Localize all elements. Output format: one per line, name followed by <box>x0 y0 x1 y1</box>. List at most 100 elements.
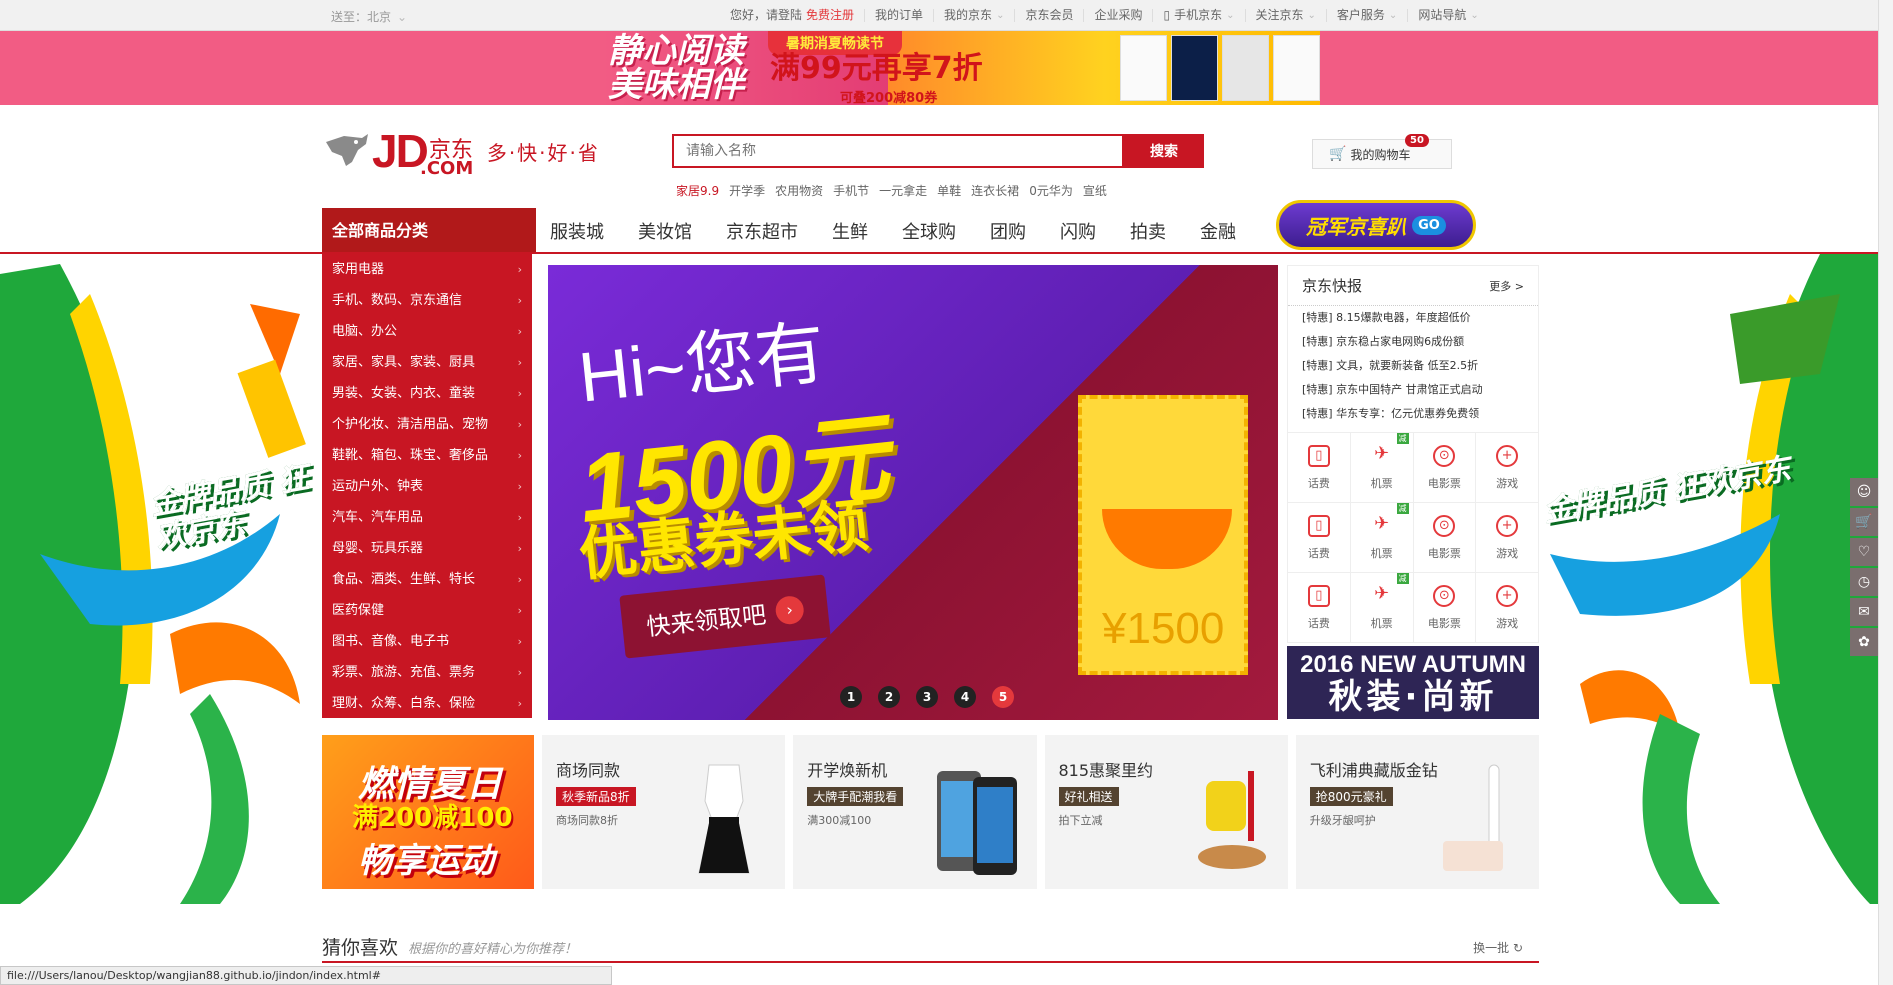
category-item[interactable]: 母婴、玩具乐器 › <box>322 533 532 564</box>
promo-card-rio[interactable]: 815惠聚里约 好礼相送 拍下立减 <box>1044 735 1288 889</box>
category-item[interactable]: 运动户外、钟表 › <box>322 471 532 502</box>
guess-subtitle: 根据你的喜好精心为你推荐！ <box>408 942 578 957</box>
my-orders-link[interactable]: 我的订单 <box>865 9 935 22</box>
scrollbar[interactable] <box>1878 0 1893 985</box>
service-movie[interactable]: ⊙ 电影票 <box>1413 433 1477 503</box>
history-icon[interactable]: ◷ <box>1850 568 1878 596</box>
category-item[interactable]: 汽车、汽车用品 › <box>322 502 532 533</box>
category-item[interactable]: 个护化妆、清洁用品、宠物 › <box>322 409 532 440</box>
service-game[interactable]: + 游戏 <box>1476 573 1539 643</box>
hotword-link[interactable]: 开学季 <box>729 182 765 199</box>
follow-jd-link[interactable]: 关注京东 ⌄ <box>1246 9 1327 22</box>
carousel-dot[interactable]: 1 <box>840 686 862 708</box>
chevron-right-icon: › <box>517 418 522 431</box>
claim-coupon-button[interactable]: 快来领取吧 › <box>619 574 831 659</box>
jd-logo[interactable]: JD 京东 .COM 多·快·好·省 <box>322 128 600 179</box>
carousel-dot[interactable]: 4 <box>954 686 976 708</box>
nav-link-group[interactable]: 团购 <box>990 218 1026 244</box>
arrow-right-icon: › <box>774 594 806 626</box>
gift-icon[interactable]: ✿ <box>1850 628 1878 656</box>
promo-card-mall[interactable]: 商场同款 秋季新品8折 商场同款8折 <box>542 735 786 889</box>
category-item[interactable]: 彩票、旅游、充值、票务 › <box>322 657 532 688</box>
enterprise-link[interactable]: 企业采购 <box>1084 9 1154 22</box>
category-item[interactable]: 医药保健 › <box>322 595 532 626</box>
news-item[interactable]: [特惠] 8.15爆款电器，年度超低价 <box>1288 306 1538 330</box>
chevron-down-icon: ⌄ <box>996 10 1005 21</box>
message-icon[interactable]: ✉ <box>1850 598 1878 626</box>
category-item[interactable]: 男装、女装、内衣、童装 › <box>322 378 532 409</box>
nav-link-clothing[interactable]: 服装城 <box>550 218 604 244</box>
main-carousel[interactable]: Hi~您有 1500元 优惠券未领 快来领取吧 › ¥1500 <box>548 265 1278 720</box>
refresh-button[interactable]: 换一批 ↻ <box>1473 939 1523 956</box>
my-jd-link[interactable]: 我的京东 ⌄ <box>934 9 1016 22</box>
news-item[interactable]: [特惠] 京东中国特产 甘肃馆正式启动 <box>1288 378 1538 402</box>
category-item[interactable]: 电脑、办公 › <box>322 316 532 347</box>
category-item[interactable]: 理财、众筹、白条、保险 › <box>322 688 532 719</box>
login-link[interactable]: 您好，请登陆 <box>730 9 802 22</box>
service-phone[interactable]: ▯ 话费 <box>1288 503 1351 573</box>
hotword-link[interactable]: 0元华为 <box>1029 182 1073 199</box>
nav-link-beauty[interactable]: 美妆馆 <box>638 218 692 244</box>
hotword-link[interactable]: 连衣长裙 <box>971 182 1019 199</box>
register-link[interactable]: 免费注册 <box>806 9 854 22</box>
hotword-link[interactable]: 宣纸 <box>1083 182 1107 199</box>
carousel-dot-active[interactable]: 5 <box>992 686 1014 708</box>
search-button[interactable]: 搜索 <box>1124 134 1204 168</box>
nav-link-supermarket[interactable]: 京东超市 <box>726 218 798 244</box>
hotword-link[interactable]: 一元拿走 <box>879 182 927 199</box>
autumn-ad[interactable]: 2016 NEW AUTUMN 秋装·尚新 <box>1287 646 1539 719</box>
all-categories-button[interactable]: 全部商品分类 <box>322 208 536 254</box>
champion-party-button[interactable]: 冠军京喜趴 GO <box>1276 200 1476 250</box>
user-icon[interactable]: ☺ <box>1850 478 1878 506</box>
category-item[interactable]: 图书、音像、电子书 › <box>322 626 532 657</box>
chevron-down-icon: ⌄ <box>397 10 408 24</box>
guess-title: 猜你喜欢 <box>322 937 399 959</box>
service-game[interactable]: + 游戏 <box>1476 433 1539 503</box>
search-input[interactable] <box>672 134 1124 168</box>
category-item[interactable]: 手机、数码、京东通信 › <box>322 285 532 316</box>
news-more-link[interactable]: 更多 > <box>1489 278 1524 294</box>
nav-link-fresh[interactable]: 生鲜 <box>832 218 868 244</box>
nav-link-finance[interactable]: 金融 <box>1200 218 1236 244</box>
hotword-link[interactable]: 家居9.9 <box>676 182 719 199</box>
carousel-dot[interactable]: 2 <box>878 686 900 708</box>
summer-sports-ad[interactable]: 燃情夏日 满200减100 畅享运动 <box>322 735 534 889</box>
site-nav-link[interactable]: 网站导航 ⌄ <box>1408 9 1488 22</box>
nav-link-global[interactable]: 全球购 <box>902 218 956 244</box>
category-item[interactable]: 家居、家具、家装、厨具 › <box>322 347 532 378</box>
nav-link-flash[interactable]: 闪购 <box>1060 218 1096 244</box>
news-item[interactable]: [特惠] 文具，就要新装备 低至2.5折 <box>1288 354 1538 378</box>
reading-festival-ad[interactable]: 静心阅读 美味相伴 暑期消夏畅读节 满99元再享7折 可叠200减80券 <box>600 31 1320 105</box>
category-item[interactable]: 家用电器 › <box>322 254 532 285</box>
ticket-value: ¥1500 <box>1102 604 1225 653</box>
gamepad-icon: + <box>1496 514 1519 537</box>
mobile-jd-link[interactable]: ▯ 手机京东 ⌄ <box>1153 9 1246 22</box>
news-item[interactable]: [特惠] 华东专享：亿元优惠券免费领 <box>1288 402 1538 426</box>
hotword-link[interactable]: 农用物资 <box>775 182 823 199</box>
service-phone[interactable]: ▯ 话费 <box>1288 433 1351 503</box>
cart-icon[interactable]: 🛒 <box>1850 508 1878 536</box>
jd-member-link[interactable]: 京东会员 <box>1015 9 1085 22</box>
hotword-link[interactable]: 手机节 <box>833 182 869 199</box>
location-selector[interactable]: 送至：北京 ⌄ <box>331 8 407 25</box>
service-flight[interactable]: 减 ✈ 机票 <box>1350 503 1414 573</box>
service-flight[interactable]: 减 ✈ 机票 <box>1350 433 1414 503</box>
category-item[interactable]: 食品、酒类、生鲜、特长 › <box>322 564 532 595</box>
news-title: 京东快报 <box>1302 277 1363 295</box>
heart-icon[interactable]: ♡ <box>1850 538 1878 566</box>
customer-service-link[interactable]: 客户服务 ⌄ <box>1327 9 1409 22</box>
category-item[interactable]: 鞋靴、箱包、珠宝、奢侈品 › <box>322 440 532 471</box>
service-game[interactable]: + 游戏 <box>1476 503 1539 573</box>
news-item[interactable]: [特惠] 京东稳占家电网购6成份额 <box>1288 330 1538 354</box>
service-flight[interactable]: 减 ✈ 机票 <box>1350 573 1414 643</box>
promo-card-phones[interactable]: 开学焕新机 大牌手配潮我看 满300减100 <box>793 735 1037 889</box>
service-movie[interactable]: ⊙ 电影票 <box>1413 573 1477 643</box>
nav-link-auction[interactable]: 拍卖 <box>1130 218 1166 244</box>
side-toolbar: ☺ 🛒 ♡ ◷ ✉ ✿ <box>1850 478 1878 656</box>
cart-button[interactable]: 🛒 我的购物车 50 <box>1312 134 1452 169</box>
service-movie[interactable]: ⊙ 电影票 <box>1413 503 1477 573</box>
service-phone[interactable]: ▯ 话费 <box>1288 573 1351 643</box>
promo-card-philips[interactable]: 飞利浦典藏版金钻 抢800元豪礼 升级牙龈呵护 <box>1295 735 1539 889</box>
carousel-dot[interactable]: 3 <box>916 686 938 708</box>
hotword-link[interactable]: 单鞋 <box>937 182 961 199</box>
